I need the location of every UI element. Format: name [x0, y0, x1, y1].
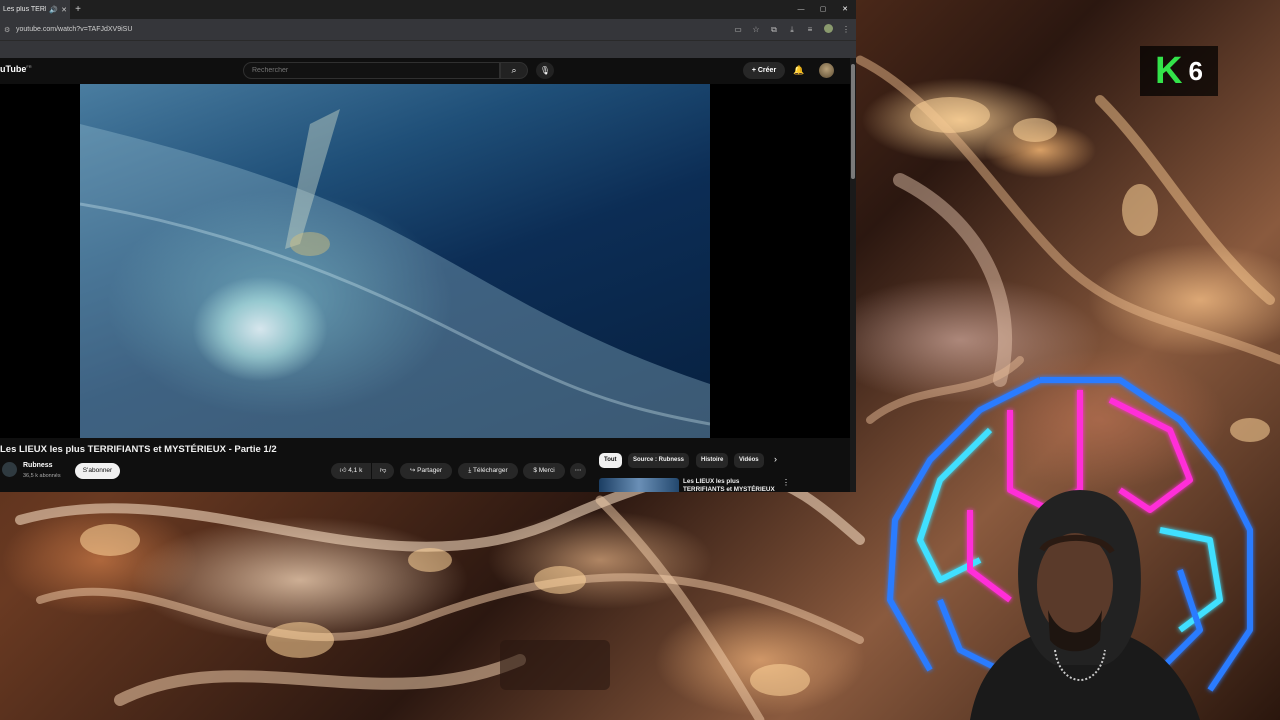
- plus-icon: +: [751, 67, 756, 74]
- subscribe-button[interactable]: S'abonner: [75, 463, 120, 479]
- youtube-logo-text: uTube: [0, 64, 27, 74]
- search-icon[interactable]: ⌕: [500, 62, 528, 79]
- channel-avatar[interactable]: [2, 462, 17, 477]
- dislike-button[interactable]: 👎︎: [372, 463, 394, 479]
- downloads-icon[interactable]: ⤓: [786, 25, 798, 35]
- download-button[interactable]: ⤓ Télécharger: [458, 463, 518, 479]
- share-label: Partager: [417, 467, 443, 474]
- chip-videos[interactable]: Vidéos: [734, 453, 764, 468]
- super-thanks-icon: $: [533, 467, 537, 474]
- browser-window: Les plus TERRIFIA 🔊 ✕ + — ▢ ✕ ⚙ youtube.…: [0, 0, 856, 492]
- translate-icon[interactable]: ≡: [804, 25, 816, 34]
- close-window-icon[interactable]: ✕: [834, 0, 856, 19]
- search-input[interactable]: [243, 62, 500, 79]
- scrollbar-thumb[interactable]: [851, 64, 855, 179]
- chip-source[interactable]: Source : Rubness: [628, 453, 690, 468]
- seafloor-scene: [80, 109, 710, 438]
- thanks-label: Merci: [538, 467, 555, 474]
- address-bar-actions: ▭ ☆ ⧉ ⤓ ≡ ⋮: [732, 19, 852, 40]
- close-tab-icon[interactable]: ✕: [61, 6, 67, 14]
- stream-scene: Les plus TERRIFIA 🔊 ✕ + — ▢ ✕ ⚙ youtube.…: [0, 0, 1280, 720]
- share-icon: ↪: [409, 467, 416, 474]
- page-scrollbar[interactable]: [850, 58, 856, 492]
- download-icon: ⤓: [468, 467, 472, 474]
- window-controls: — ▢ ✕: [790, 0, 856, 19]
- recommended-menu-icon[interactable]: ⋮: [782, 478, 790, 487]
- recommended-video-thumbnail[interactable]: [599, 478, 679, 492]
- badge-letter: K: [1155, 50, 1183, 92]
- channel-subscriber-count: 36,5 k abonnés: [23, 473, 61, 479]
- address-bar[interactable]: ⚙ youtube.com/watch?v=TAFJdXV9iSU ▭ ☆ ⧉ …: [0, 19, 856, 40]
- video-title: Les LIEUX les plus TERRIFIANTS et MYSTÉR…: [0, 444, 277, 455]
- notifications-bell-icon[interactable]: 🔔: [793, 62, 804, 79]
- more-actions-button[interactable]: ⋯: [570, 463, 586, 479]
- like-button[interactable]: 👍︎ 4,1 k: [331, 463, 371, 479]
- download-label: Télécharger: [472, 467, 508, 474]
- maximize-icon[interactable]: ▢: [812, 0, 834, 19]
- video-frame-underwater[interactable]: [80, 84, 710, 438]
- chevron-right-icon[interactable]: ›: [774, 454, 777, 464]
- new-tab-button[interactable]: +: [70, 4, 86, 15]
- url-text[interactable]: youtube.com/watch?v=TAFJdXV9iSU: [16, 26, 132, 33]
- youtube-region-code: FR: [26, 64, 32, 69]
- extensions-icon[interactable]: ⧉: [768, 25, 780, 35]
- create-label: Créer: [757, 67, 777, 74]
- speaker-icon[interactable]: 🔊: [49, 6, 58, 14]
- profile-icon[interactable]: [822, 24, 834, 35]
- bookmarks-bar: [0, 40, 856, 58]
- cast-icon[interactable]: ▭: [732, 25, 744, 34]
- tab-title: Les plus TERRIFIA: [3, 6, 46, 13]
- channel-name[interactable]: Rubness: [23, 462, 53, 469]
- chip-all[interactable]: Tout: [599, 453, 622, 468]
- channel-badge-k6: K 6: [1140, 46, 1218, 96]
- minimize-icon[interactable]: —: [790, 0, 812, 19]
- account-avatar[interactable]: [819, 63, 834, 78]
- video-player[interactable]: [0, 84, 850, 438]
- recommended-video-title[interactable]: Les LIEUX les plus TERRIFIANTS et MYSTÉR…: [683, 478, 778, 492]
- thumbs-down-icon: 👎︎: [379, 467, 387, 474]
- tab-bar: Les plus TERRIFIA 🔊 ✕ + — ▢ ✕: [0, 0, 856, 19]
- browser-tab-youtube[interactable]: Les plus TERRIFIA 🔊 ✕: [0, 0, 70, 19]
- webcam-streamer: [970, 490, 1200, 720]
- site-info-icon[interactable]: ⚙: [4, 26, 16, 34]
- bookmark-star-icon[interactable]: ☆: [750, 25, 762, 34]
- youtube-header: uTubeFR ⌕ 🎙 + Créer 🔔: [0, 58, 856, 84]
- thumbs-up-icon: 👍︎: [339, 467, 347, 474]
- share-button[interactable]: ↪ Partager: [400, 463, 452, 479]
- microphone-icon[interactable]: 🎙: [536, 62, 554, 79]
- more-dots-icon: ⋯: [574, 467, 582, 474]
- chip-history[interactable]: Histoire: [696, 453, 729, 468]
- create-button[interactable]: + Créer: [743, 62, 785, 79]
- badge-number: 6: [1188, 56, 1203, 86]
- youtube-logo[interactable]: uTubeFR: [0, 64, 32, 74]
- like-count: 4,1 k: [348, 467, 363, 474]
- thanks-button[interactable]: $ Merci: [523, 463, 565, 479]
- browser-menu-icon[interactable]: ⋮: [840, 25, 852, 34]
